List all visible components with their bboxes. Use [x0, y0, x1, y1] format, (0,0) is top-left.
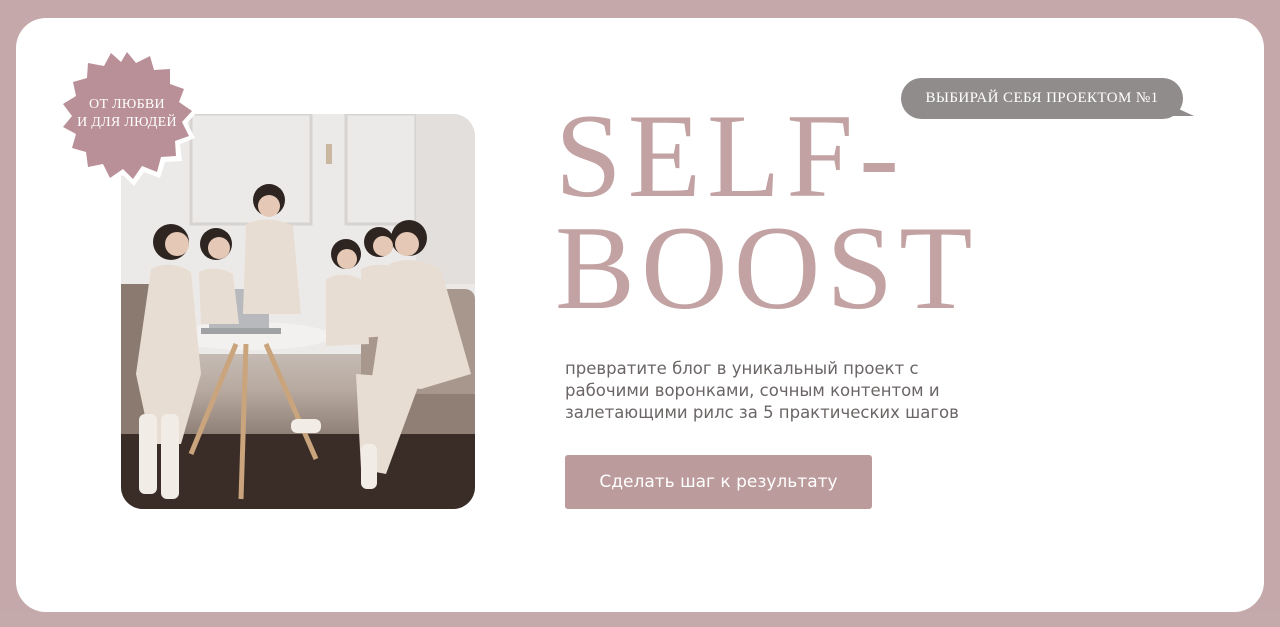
cta-button[interactable]: Сделать шаг к результату	[565, 455, 872, 509]
badge-line-1: ОТ ЛЮБВИ	[89, 97, 165, 112]
badge-line-2: И ДЛЯ ЛЮДЕЙ	[77, 115, 177, 130]
title-line-1: SELF-	[555, 89, 906, 222]
hero-subtitle: превратите блог в уникальный проект с ра…	[565, 359, 959, 422]
love-badge: ОТ ЛЮБВИ И ДЛЯ ЛЮДЕЙ	[54, 44, 200, 190]
hero-title: SELF- BOOST	[555, 89, 1035, 334]
speech-bubble-tail	[1168, 104, 1194, 116]
title-line-2: BOOST	[555, 201, 979, 334]
background-strip	[0, 612, 1280, 627]
